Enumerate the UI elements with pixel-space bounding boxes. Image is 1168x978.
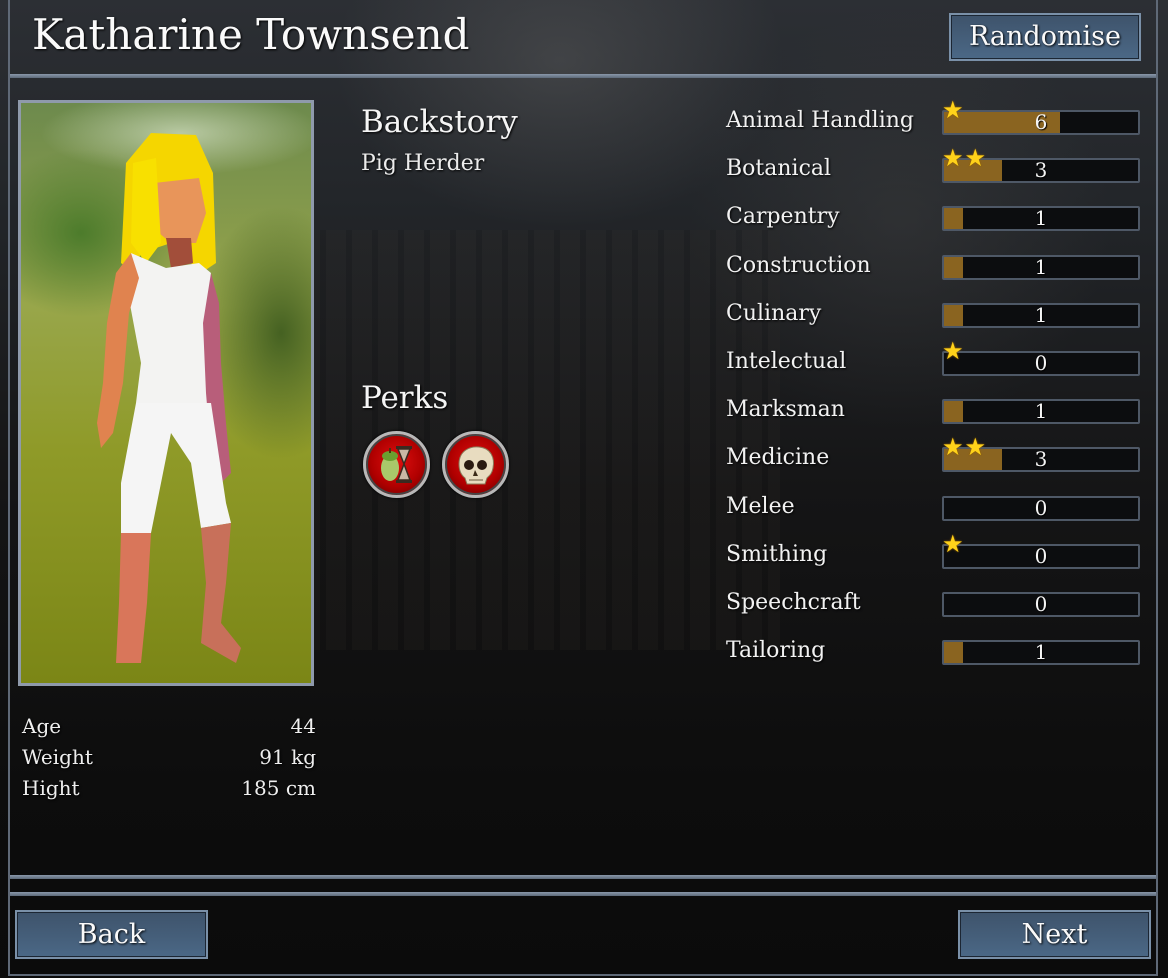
stat-height: Hight 185 cm (22, 776, 316, 807)
skill-value: 1 (1034, 399, 1048, 424)
next-button[interactable]: Next (958, 910, 1151, 959)
star-icon: ★ (942, 144, 964, 173)
skill-row: Melee 0 (726, 492, 1142, 540)
star-icon: ★ (942, 96, 964, 124)
skill-row: Construction 1 (726, 251, 1142, 299)
skill-name: Intelectual (726, 348, 847, 374)
skill-row: Medicine 3 ★ ★ (726, 435, 1142, 491)
skill-name: Speechcraft (726, 589, 861, 615)
star-icon: ★ (964, 433, 987, 462)
footer-divider-bottom (10, 892, 1156, 896)
skill-name: Culinary (726, 300, 822, 326)
skill-name: Carpentry (726, 204, 840, 230)
star-icon: ★ (942, 529, 964, 558)
skill-name: Botanical (726, 156, 832, 182)
skill-row: Culinary 1 (726, 299, 1142, 347)
skill-row: Botanical 3 ★ ★ (726, 146, 1142, 202)
skill-stars: ★ ★ (942, 146, 986, 170)
skill-row: Marksman 1 (726, 395, 1142, 443)
skill-stars: ★ (942, 339, 964, 363)
character-name: Katharine Townsend (32, 10, 470, 59)
character-stats: Age 44 Weight 91 kg Hight 185 cm (22, 714, 316, 807)
stat-age: Age 44 (22, 714, 316, 745)
skill-row: Speechcraft 0 (726, 588, 1142, 636)
skill-level-bar: 0 (942, 543, 1140, 569)
skill-level-bar: 6 (942, 110, 1140, 135)
stat-label: Hight (22, 776, 80, 800)
skill-row: Smithing 0 ★ (726, 532, 1142, 588)
skill-row: Intelectual 0 ★ (726, 339, 1142, 395)
backstory-value: Pig Herder (361, 151, 485, 176)
skill-row: Tailoring 1 (726, 636, 1142, 684)
star-icon: ★ (942, 433, 964, 462)
skill-value: 1 (1034, 254, 1048, 279)
skill-stars: ★ (942, 98, 964, 122)
stat-label: Weight (22, 745, 93, 769)
skill-name: Smithing (726, 541, 828, 567)
skill-name: Construction (726, 252, 871, 278)
stat-label: Age (22, 714, 62, 738)
skill-level-bar: 1 (942, 399, 1140, 425)
character-figure (97, 133, 241, 663)
skill-value: 1 (1034, 206, 1048, 231)
perks-heading: Perks (361, 380, 449, 416)
skill-stars: ★ ★ (942, 435, 986, 459)
skill-name: Marksman (726, 397, 845, 423)
skill-value: 1 (1034, 302, 1048, 327)
skill-value: 1 (1034, 640, 1048, 665)
skull-icon (458, 446, 494, 485)
skills-list: Animal Handling 6 ★ Botanical 3 ★ ★ Carpentry 1 C… (726, 98, 1142, 684)
skill-level-bar: 1 (942, 302, 1140, 328)
stat-value: 91 kg (259, 745, 316, 769)
stat-value: 44 (290, 714, 316, 738)
skill-level-bar: 0 (942, 350, 1140, 376)
skill-value: 0 (1034, 350, 1048, 375)
skill-stars: ★ (942, 532, 964, 556)
character-portrait (18, 100, 314, 686)
skill-name: Melee (726, 493, 795, 519)
stat-value: 185 cm (241, 776, 316, 800)
star-icon: ★ (964, 144, 987, 173)
skill-level-bar: 1 (942, 206, 1140, 232)
skill-value: 0 (1034, 543, 1048, 568)
back-button[interactable]: Back (15, 910, 208, 959)
skill-level-bar: 0 (942, 591, 1140, 617)
skill-value: 0 (1034, 495, 1048, 520)
skill-level-bar: 0 (942, 495, 1140, 521)
skill-level-bar: 1 (942, 254, 1140, 280)
perk-apple-core-hourglass[interactable] (363, 431, 430, 498)
skill-value: 6 (1034, 110, 1048, 134)
perk-skull[interactable] (442, 431, 509, 498)
skill-row: Animal Handling 6 ★ (726, 98, 1142, 154)
stat-weight: Weight 91 kg (22, 745, 316, 776)
skill-row: Carpentry 1 (726, 202, 1142, 250)
apple-core-hourglass-icon (381, 446, 412, 483)
header-divider (10, 74, 1156, 78)
backstory-heading: Backstory (361, 104, 518, 140)
skill-level-bar: 1 (942, 640, 1140, 666)
skill-name: Animal Handling (726, 108, 914, 133)
star-icon: ★ (942, 336, 964, 365)
footer-divider-top (10, 875, 1156, 879)
skill-value: 0 (1034, 591, 1048, 616)
skill-name: Medicine (726, 445, 830, 471)
randomise-button[interactable]: Randomise (949, 13, 1141, 61)
skill-name: Tailoring (726, 638, 826, 664)
